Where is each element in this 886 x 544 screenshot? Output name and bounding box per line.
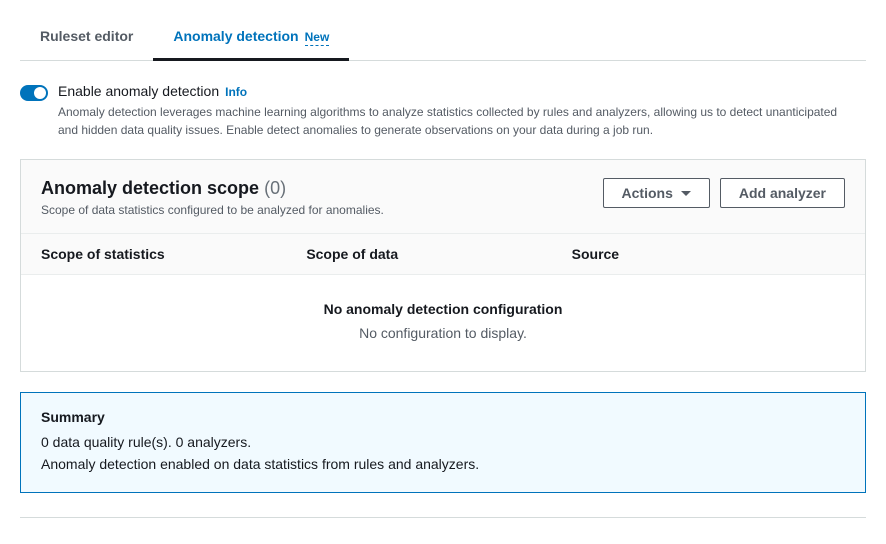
toggle-description: Anomaly detection leverages machine lear… [58,103,838,139]
enable-anomaly-toggle[interactable] [20,85,48,101]
panel-subtitle: Scope of data statistics configured to b… [41,203,603,217]
panel-actions: Actions Add analyzer [603,178,845,208]
empty-text: No configuration to display. [41,325,845,341]
empty-state: No anomaly detection configuration No co… [21,275,865,371]
summary-title: Summary [41,409,845,425]
info-link[interactable]: Info [225,85,247,99]
actions-button-label: Actions [622,185,673,201]
toggle-label-row: Enable anomaly detection Info [58,83,838,99]
toggle-section: Enable anomaly detection Info Anomaly de… [20,83,866,139]
summary-box: Summary 0 data quality rule(s). 0 analyz… [20,392,866,493]
summary-line-2: Anomaly detection enabled on data statis… [41,453,845,475]
panel-title-text: Anomaly detection scope [41,178,259,198]
scope-panel: Anomaly detection scope (0) Scope of dat… [20,159,866,372]
column-scope-statistics: Scope of statistics [41,246,306,262]
toggle-label: Enable anomaly detection [58,83,219,99]
empty-title: No anomaly detection configuration [41,301,845,317]
panel-header: Anomaly detection scope (0) Scope of dat… [21,160,865,233]
new-badge: New [305,30,330,46]
table-header: Scope of statistics Scope of data Source [21,233,865,275]
column-scope-data: Scope of data [306,246,571,262]
tab-anomaly-detection[interactable]: Anomaly detection New [153,18,349,61]
toggle-text-wrap: Enable anomaly detection Info Anomaly de… [58,83,838,139]
tab-label: Ruleset editor [40,28,133,44]
summary-line-1: 0 data quality rule(s). 0 analyzers. [41,431,845,453]
panel-count: (0) [264,178,286,198]
panel-title: Anomaly detection scope (0) [41,178,603,199]
bottom-divider [20,517,866,518]
content-area: Enable anomaly detection Info Anomaly de… [20,61,866,518]
add-analyzer-button[interactable]: Add analyzer [720,178,845,208]
tab-ruleset-editor[interactable]: Ruleset editor [20,18,153,60]
actions-button[interactable]: Actions [603,178,710,208]
tab-bar: Ruleset editor Anomaly detection New [20,0,866,61]
caret-down-icon [681,191,691,196]
tab-label: Anomaly detection [173,28,298,44]
add-analyzer-label: Add analyzer [739,185,826,201]
column-source: Source [572,246,845,262]
panel-title-wrap: Anomaly detection scope (0) Scope of dat… [41,178,603,217]
